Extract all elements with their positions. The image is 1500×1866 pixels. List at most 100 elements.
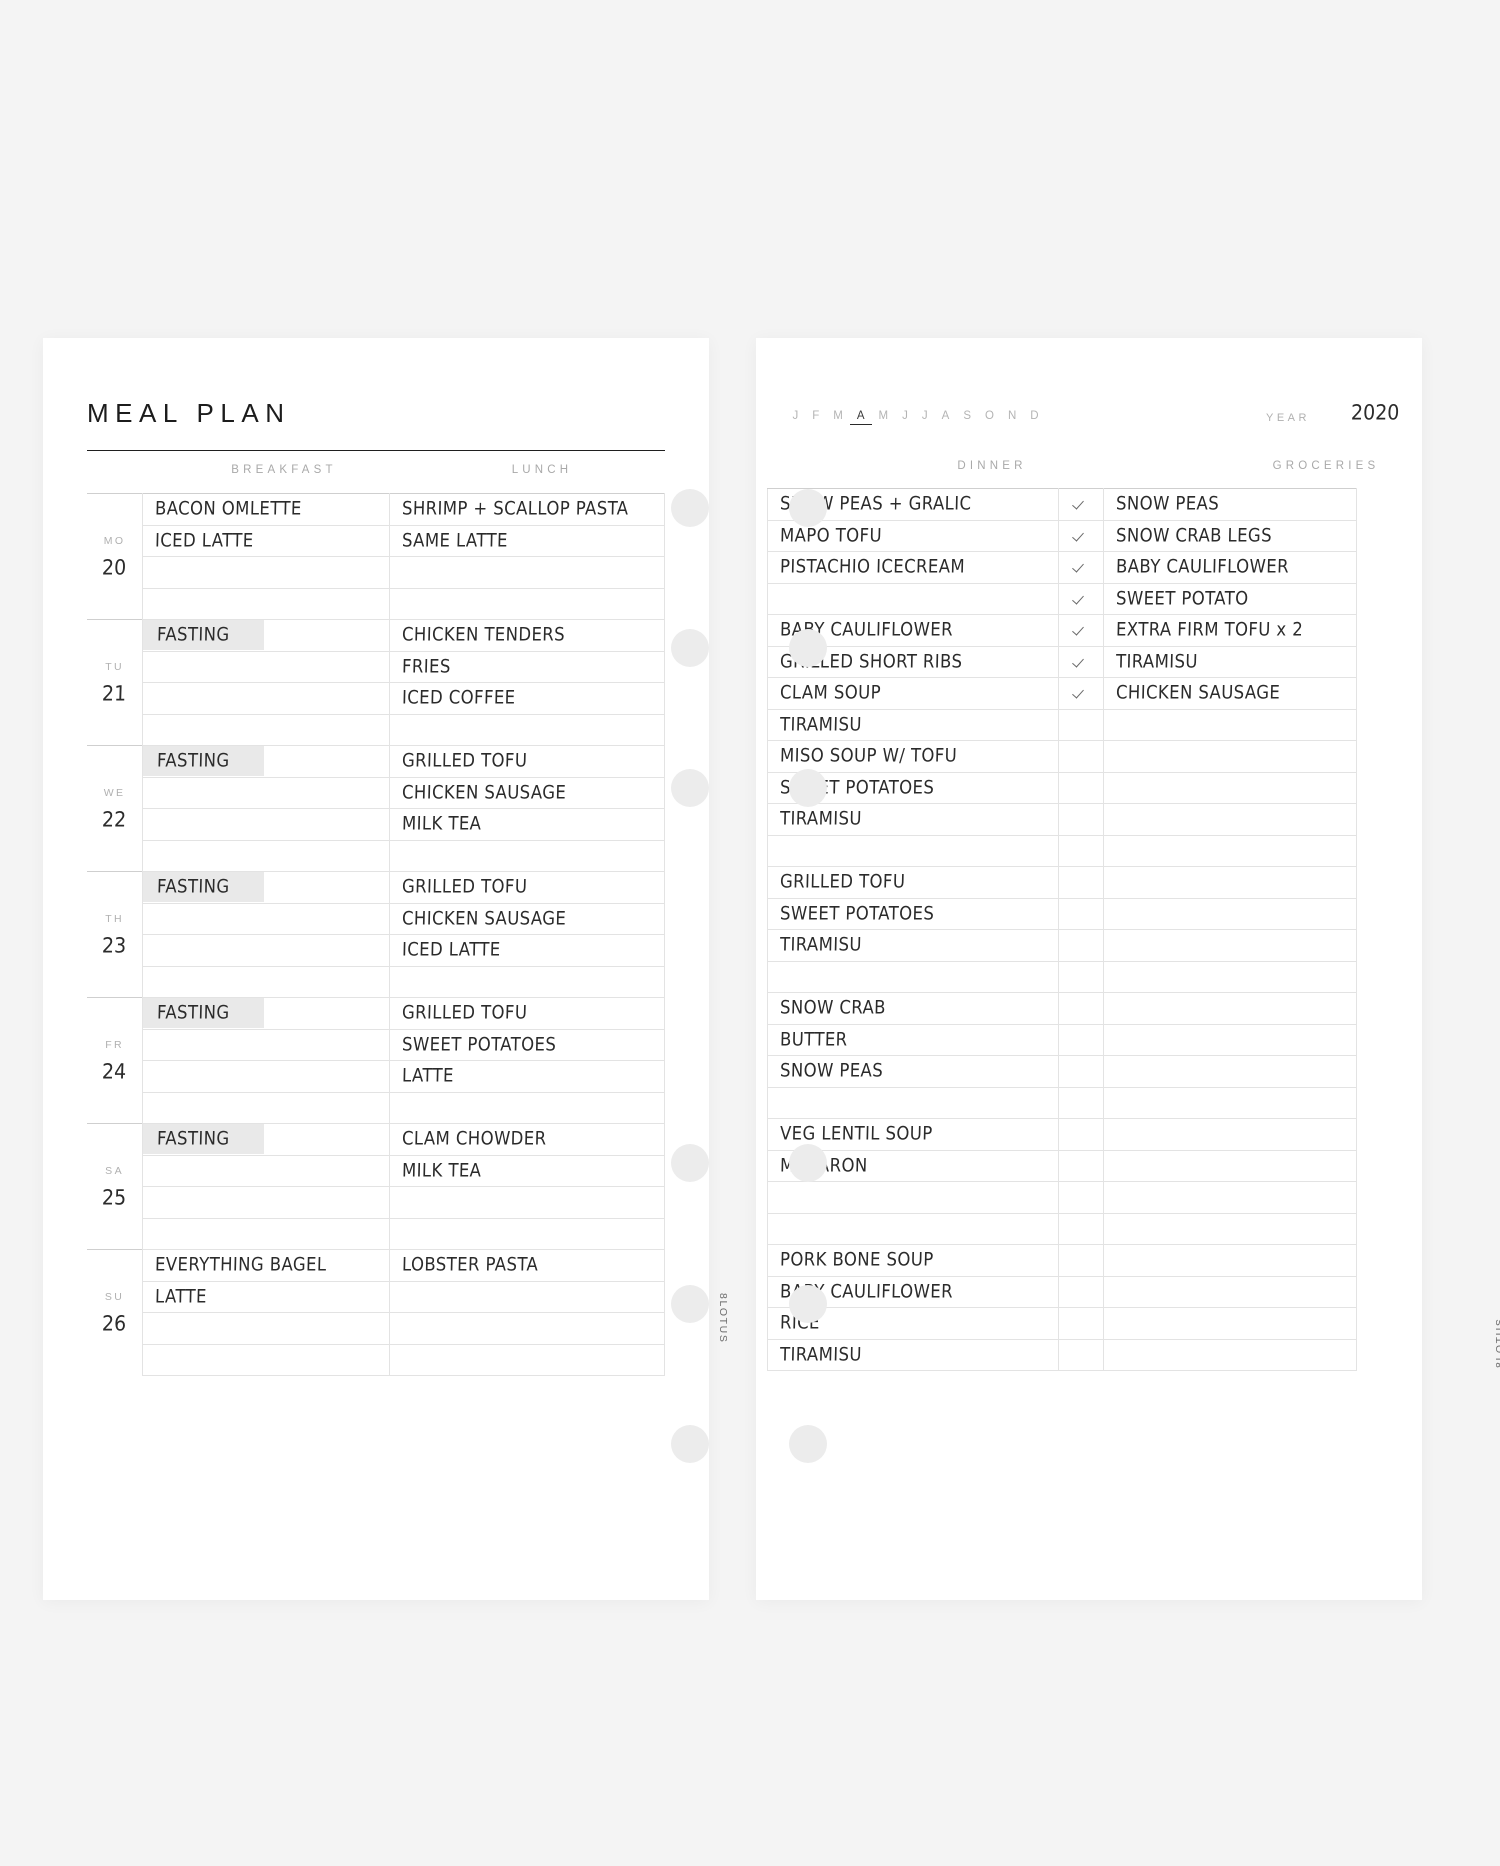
month-option-11[interactable]: D bbox=[1024, 410, 1046, 422]
dinner-cell[interactable] bbox=[768, 835, 1059, 867]
lunch-cell[interactable]: CHICKEN SAUSAGE bbox=[390, 777, 665, 809]
lunch-cell[interactable]: GRILLED TOFU bbox=[390, 998, 665, 1030]
grocery-checkbox[interactable] bbox=[1059, 646, 1104, 678]
month-option-6[interactable]: J bbox=[915, 410, 935, 422]
breakfast-cell[interactable] bbox=[143, 1344, 390, 1376]
lunch-cell[interactable]: GRILLED TOFU bbox=[390, 872, 665, 904]
lunch-cell[interactable]: SAME LATTE bbox=[390, 525, 665, 557]
grocery-checkbox[interactable] bbox=[1059, 1087, 1104, 1119]
grocery-cell[interactable]: CHICKEN SAUSAGE bbox=[1104, 678, 1357, 710]
grocery-checkbox[interactable] bbox=[1059, 583, 1104, 615]
grocery-cell[interactable] bbox=[1104, 1182, 1357, 1214]
grocery-checkbox[interactable] bbox=[1059, 489, 1104, 521]
lunch-cell[interactable]: MILK TEA bbox=[390, 1155, 665, 1187]
breakfast-cell[interactable] bbox=[143, 903, 390, 935]
month-option-9[interactable]: O bbox=[978, 410, 1001, 422]
dinner-cell[interactable]: GRILLED TOFU bbox=[768, 867, 1059, 899]
grocery-checkbox[interactable] bbox=[1059, 520, 1104, 552]
grocery-checkbox[interactable] bbox=[1059, 709, 1104, 741]
grocery-checkbox[interactable] bbox=[1059, 993, 1104, 1025]
grocery-checkbox[interactable] bbox=[1059, 1245, 1104, 1277]
grocery-cell[interactable] bbox=[1104, 1308, 1357, 1340]
lunch-cell[interactable]: CHICKEN SAUSAGE bbox=[390, 903, 665, 935]
grocery-cell[interactable] bbox=[1104, 961, 1357, 993]
grocery-cell[interactable] bbox=[1104, 930, 1357, 962]
month-selector[interactable]: JFMAMJJASOND bbox=[786, 410, 1046, 425]
lunch-cell[interactable]: FRIES bbox=[390, 651, 665, 683]
lunch-cell[interactable] bbox=[390, 1313, 665, 1345]
lunch-cell[interactable] bbox=[390, 557, 665, 589]
lunch-cell[interactable] bbox=[390, 1218, 665, 1250]
dinner-cell[interactable]: BUTTER bbox=[768, 1024, 1059, 1056]
grocery-checkbox[interactable] bbox=[1059, 1024, 1104, 1056]
grocery-cell[interactable]: SNOW CRAB LEGS bbox=[1104, 520, 1357, 552]
grocery-checkbox[interactable] bbox=[1059, 552, 1104, 584]
dinner-cell[interactable] bbox=[768, 961, 1059, 993]
dinner-cell[interactable]: SNOW PEAS bbox=[768, 1056, 1059, 1088]
year-value[interactable]: 2020 bbox=[1351, 402, 1399, 424]
breakfast-cell[interactable] bbox=[143, 714, 390, 746]
grocery-checkbox[interactable] bbox=[1059, 1339, 1104, 1371]
breakfast-cell[interactable] bbox=[143, 651, 390, 683]
grocery-cell[interactable]: TIRAMISU bbox=[1104, 646, 1357, 678]
breakfast-cell[interactable] bbox=[143, 683, 390, 715]
breakfast-cell[interactable] bbox=[143, 966, 390, 998]
lunch-cell[interactable] bbox=[390, 1281, 665, 1313]
breakfast-cell[interactable]: LATTE bbox=[143, 1281, 390, 1313]
breakfast-cell[interactable] bbox=[143, 1061, 390, 1093]
grocery-cell[interactable] bbox=[1104, 1024, 1357, 1056]
grocery-cell[interactable] bbox=[1104, 1213, 1357, 1245]
lunch-cell[interactable] bbox=[390, 1344, 665, 1376]
grocery-checkbox[interactable] bbox=[1059, 741, 1104, 773]
grocery-cell[interactable] bbox=[1104, 1245, 1357, 1277]
grocery-cell[interactable] bbox=[1104, 709, 1357, 741]
grocery-checkbox[interactable] bbox=[1059, 1276, 1104, 1308]
lunch-cell[interactable]: LATTE bbox=[390, 1061, 665, 1093]
breakfast-cell[interactable]: FASTING bbox=[143, 872, 390, 904]
grocery-cell[interactable] bbox=[1104, 1087, 1357, 1119]
breakfast-cell[interactable]: FASTING bbox=[143, 998, 390, 1030]
grocery-checkbox[interactable] bbox=[1059, 678, 1104, 710]
month-option-4[interactable]: M bbox=[872, 410, 896, 422]
breakfast-cell[interactable] bbox=[143, 1218, 390, 1250]
grocery-cell[interactable] bbox=[1104, 898, 1357, 930]
lunch-cell[interactable] bbox=[390, 840, 665, 872]
grocery-cell[interactable]: SNOW PEAS bbox=[1104, 489, 1357, 521]
breakfast-cell[interactable] bbox=[143, 1092, 390, 1124]
grocery-checkbox[interactable] bbox=[1059, 1308, 1104, 1340]
grocery-cell[interactable] bbox=[1104, 1056, 1357, 1088]
dinner-cell[interactable]: SNOW CRAB bbox=[768, 993, 1059, 1025]
grocery-cell[interactable] bbox=[1104, 1339, 1357, 1371]
breakfast-cell[interactable] bbox=[143, 1029, 390, 1061]
grocery-checkbox[interactable] bbox=[1059, 867, 1104, 899]
breakfast-cell[interactable]: EVERYTHING BAGEL bbox=[143, 1250, 390, 1282]
lunch-cell[interactable]: GRILLED TOFU bbox=[390, 746, 665, 778]
dinner-cell[interactable]: PISTACHIO ICECREAM bbox=[768, 552, 1059, 584]
breakfast-cell[interactable] bbox=[143, 777, 390, 809]
lunch-cell[interactable] bbox=[390, 1187, 665, 1219]
lunch-cell[interactable] bbox=[390, 1092, 665, 1124]
grocery-cell[interactable] bbox=[1104, 1119, 1357, 1151]
month-option-8[interactable]: S bbox=[957, 410, 979, 422]
grocery-cell[interactable] bbox=[1104, 1150, 1357, 1182]
dinner-cell[interactable]: MISO SOUP W/ TOFU bbox=[768, 741, 1059, 773]
lunch-cell[interactable]: SHRIMP + SCALLOP PASTA bbox=[390, 494, 665, 526]
grocery-checkbox[interactable] bbox=[1059, 961, 1104, 993]
lunch-cell[interactable]: LOBSTER PASTA bbox=[390, 1250, 665, 1282]
grocery-cell[interactable]: BABY CAULIFLOWER bbox=[1104, 552, 1357, 584]
breakfast-cell[interactable]: BACON OMLETTE bbox=[143, 494, 390, 526]
grocery-checkbox[interactable] bbox=[1059, 1056, 1104, 1088]
grocery-checkbox[interactable] bbox=[1059, 1182, 1104, 1214]
grocery-checkbox[interactable] bbox=[1059, 898, 1104, 930]
breakfast-cell[interactable] bbox=[143, 1187, 390, 1219]
dinner-cell[interactable]: SWEET POTATOES bbox=[768, 898, 1059, 930]
lunch-cell[interactable] bbox=[390, 588, 665, 620]
grocery-checkbox[interactable] bbox=[1059, 835, 1104, 867]
breakfast-cell[interactable] bbox=[143, 1155, 390, 1187]
breakfast-cell[interactable] bbox=[143, 588, 390, 620]
dinner-cell[interactable]: TIRAMISU bbox=[768, 804, 1059, 836]
month-option-10[interactable]: N bbox=[1001, 410, 1023, 422]
lunch-cell[interactable]: ICED COFFEE bbox=[390, 683, 665, 715]
lunch-cell[interactable]: CLAM CHOWDER bbox=[390, 1124, 665, 1156]
dinner-cell[interactable]: CLAM SOUP bbox=[768, 678, 1059, 710]
